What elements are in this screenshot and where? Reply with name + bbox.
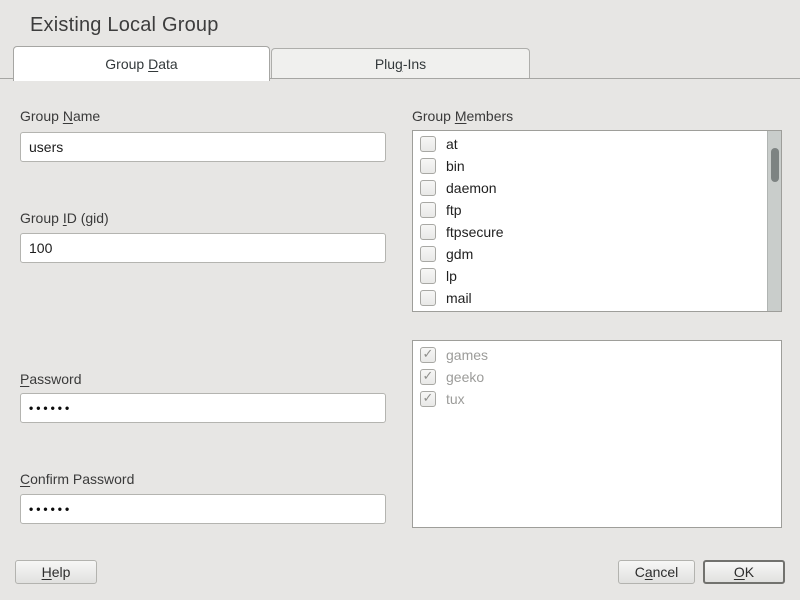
list-item[interactable]: gdm bbox=[413, 243, 767, 265]
confirm-password-input[interactable] bbox=[20, 494, 386, 524]
checked-checkbox-icon bbox=[420, 347, 436, 363]
checkbox-icon[interactable] bbox=[420, 224, 436, 240]
list-item[interactable]: at bbox=[413, 133, 767, 155]
checkbox-icon[interactable] bbox=[420, 136, 436, 152]
list-item: tux bbox=[413, 388, 781, 410]
password-label: Password bbox=[20, 371, 81, 388]
checkbox-icon[interactable] bbox=[420, 246, 436, 262]
list-item[interactable]: bin bbox=[413, 155, 767, 177]
tab-group-data[interactable]: Group Data bbox=[13, 46, 270, 81]
checked-checkbox-icon bbox=[420, 369, 436, 385]
help-button-label: Help bbox=[42, 564, 71, 580]
group-id-label: Group ID (gid) bbox=[20, 210, 109, 227]
scrollbar-track[interactable] bbox=[767, 131, 781, 311]
list-item: geeko bbox=[413, 366, 781, 388]
group-members-list[interactable]: at bin daemon ftp ftpsecure gdm lp mail bbox=[412, 130, 782, 312]
checkbox-icon[interactable] bbox=[420, 158, 436, 174]
group-name-label: Group Name bbox=[20, 108, 100, 125]
tab-plug-ins[interactable]: Plug-Ins bbox=[271, 48, 530, 78]
tab-plug-ins-label: Plug-Ins bbox=[375, 56, 426, 72]
checked-checkbox-icon bbox=[420, 391, 436, 407]
list-item[interactable]: ftp bbox=[413, 199, 767, 221]
password-input[interactable] bbox=[20, 393, 386, 423]
checkbox-icon[interactable] bbox=[420, 290, 436, 306]
page-title: Existing Local Group bbox=[30, 14, 219, 37]
list-item: games bbox=[413, 344, 781, 366]
list-item-partial[interactable] bbox=[413, 309, 767, 312]
checkbox-icon[interactable] bbox=[420, 202, 436, 218]
checkbox-icon[interactable] bbox=[420, 268, 436, 284]
checkbox-icon[interactable] bbox=[420, 180, 436, 196]
group-members-label: Group Members bbox=[412, 108, 513, 125]
list-item[interactable]: lp bbox=[413, 265, 767, 287]
confirm-password-label: Confirm Password bbox=[20, 471, 134, 488]
tab-group-data-label: Group Data bbox=[105, 56, 177, 72]
ok-button-label: OK bbox=[734, 564, 754, 580]
help-button[interactable]: Help bbox=[15, 560, 97, 584]
group-id-input[interactable] bbox=[20, 233, 386, 263]
scrollbar-thumb[interactable] bbox=[771, 148, 779, 182]
list-item[interactable]: mail bbox=[413, 287, 767, 309]
cancel-button-label: Cancel bbox=[635, 564, 679, 580]
list-item[interactable]: daemon bbox=[413, 177, 767, 199]
group-name-input[interactable] bbox=[20, 132, 386, 162]
ok-button[interactable]: OK bbox=[703, 560, 785, 584]
selected-members-list: games geeko tux bbox=[412, 340, 782, 528]
list-item[interactable]: ftpsecure bbox=[413, 221, 767, 243]
cancel-button[interactable]: Cancel bbox=[618, 560, 695, 584]
